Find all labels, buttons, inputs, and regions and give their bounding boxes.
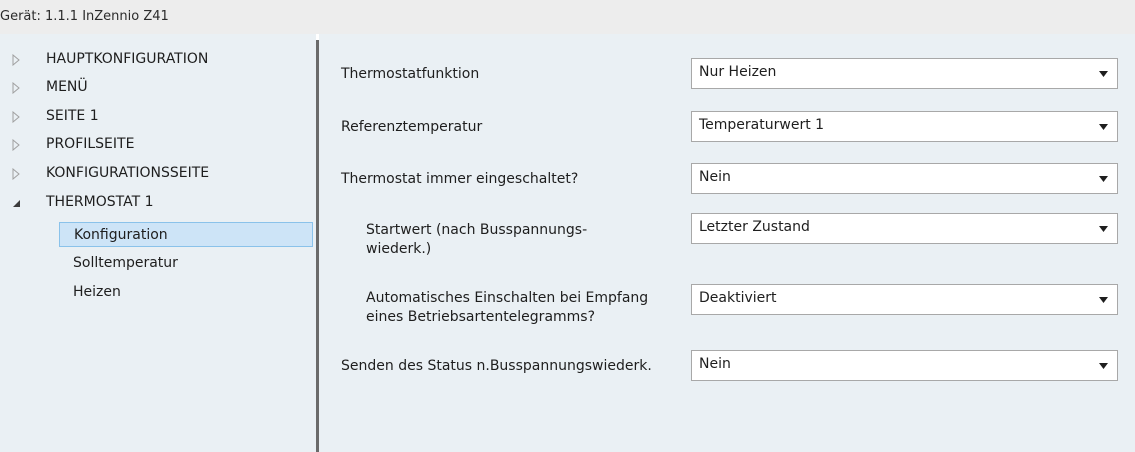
tree-item-label: Solltemperatur: [73, 255, 178, 271]
tree-item-label: Heizen: [73, 284, 121, 300]
device-title: Gerät: 1.1.1 InZennio Z41: [0, 9, 169, 24]
collapsed-arrow-icon[interactable]: [10, 111, 22, 123]
setting-label-line: Automatisches Einschalten bei Empfang: [366, 290, 649, 306]
referenztemperatur-select[interactable]: Temperaturwert 1: [691, 111, 1118, 142]
tree-item-label: SEITE 1: [46, 108, 99, 124]
setting-label-automatisches-einschalten: Automatisches Einschalten bei Empfang ei…: [366, 289, 691, 327]
tree-item-solltemperatur[interactable]: Solltemperatur: [59, 251, 313, 276]
tree-item-konfiguration[interactable]: Konfiguration: [59, 222, 313, 247]
startwert-select[interactable]: Letzter Zustand: [691, 213, 1118, 244]
select-value: Letzter Zustand: [699, 219, 810, 235]
tree-item-profilseite[interactable]: PROFILSEITE: [0, 132, 316, 158]
setting-label-line: eines Betriebsartentelegramms?: [366, 309, 596, 325]
dropdown-caret-icon: [1099, 297, 1108, 303]
tree-item-label: Konfiguration: [74, 227, 168, 243]
setting-label-startwert: Startwert (nach Busspannungs- wiederk.): [366, 221, 686, 259]
tree-item-label: PROFILSEITE: [46, 136, 135, 152]
setting-label-thermostat-immer-eingeschaltet: Thermostat immer eingeschaltet?: [341, 171, 579, 187]
select-value: Nein: [699, 356, 731, 372]
setting-label-thermostatfunktion: Thermostatfunktion: [341, 66, 480, 82]
setting-label-line: Startwert (nach Busspannungs-: [366, 222, 588, 238]
automatisches-einschalten-select[interactable]: Deaktiviert: [691, 284, 1118, 315]
collapsed-arrow-icon[interactable]: [10, 82, 22, 94]
thermostat-immer-eingeschaltet-select[interactable]: Nein: [691, 163, 1118, 194]
dropdown-caret-icon: [1099, 124, 1108, 130]
parameter-tree: HAUPTKONFIGURATION MENÜ SEITE 1 PROFILSE…: [0, 34, 316, 452]
tree-item-label: THERMOSTAT 1: [46, 194, 154, 210]
tree-item-label: KONFIGURATIONSSEITE: [46, 165, 210, 181]
collapsed-arrow-icon[interactable]: [10, 54, 22, 66]
select-value: Deaktiviert: [699, 290, 777, 306]
dropdown-caret-icon: [1099, 71, 1108, 77]
setting-label-senden-des-status: Senden des Status n.Busspannungswiederk.: [341, 358, 652, 374]
tree-item-konfigurationsseite[interactable]: KONFIGURATIONSSEITE: [0, 161, 316, 187]
select-value: Nur Heizen: [699, 64, 777, 80]
expanded-arrow-icon[interactable]: [10, 197, 22, 209]
tree-item-heizen[interactable]: Heizen: [59, 280, 313, 305]
tree-item-thermostat-1[interactable]: THERMOSTAT 1: [0, 190, 316, 216]
window-title-bar: Gerät: 1.1.1 InZennio Z41: [0, 0, 1135, 34]
dropdown-caret-icon: [1099, 176, 1108, 182]
collapsed-arrow-icon[interactable]: [10, 168, 22, 180]
thermostatfunktion-select[interactable]: Nur Heizen: [691, 58, 1118, 89]
senden-des-status-select[interactable]: Nein: [691, 350, 1118, 381]
collapsed-arrow-icon[interactable]: [10, 139, 22, 151]
dropdown-caret-icon: [1099, 226, 1108, 232]
tree-item-label: MENÜ: [46, 79, 88, 95]
select-value: Temperaturwert 1: [699, 117, 825, 133]
tree-item-label: HAUPTKONFIGURATION: [46, 51, 209, 67]
tree-item-seite-1[interactable]: SEITE 1: [0, 104, 316, 130]
setting-label-referenztemperatur: Referenztemperatur: [341, 119, 483, 135]
setting-label-line: wiederk.): [366, 241, 432, 257]
select-value: Nein: [699, 169, 731, 185]
tree-item-hauptkonfiguration[interactable]: HAUPTKONFIGURATION: [0, 47, 316, 73]
tree-item-menu[interactable]: MENÜ: [0, 75, 316, 101]
dropdown-caret-icon: [1099, 363, 1108, 369]
